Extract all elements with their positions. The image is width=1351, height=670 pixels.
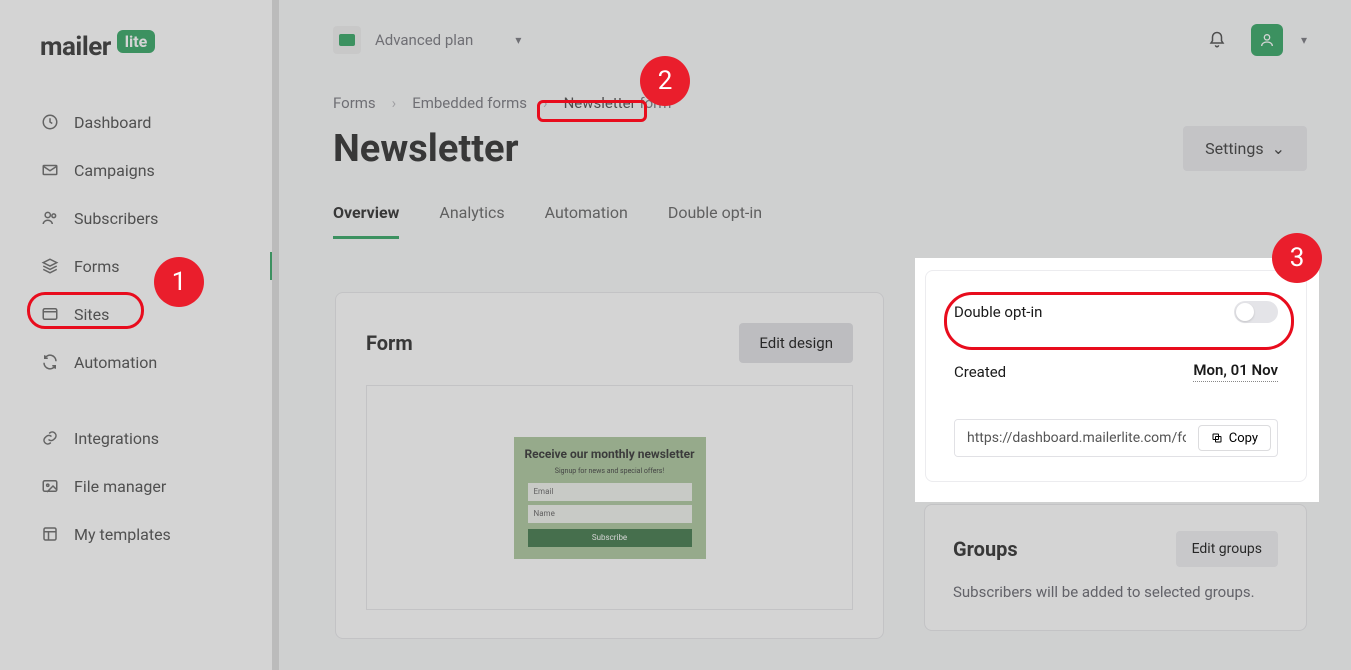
edit-groups-button[interactable]: Edit groups — [1176, 531, 1278, 567]
browser-icon — [40, 304, 60, 324]
url-input-hl[interactable] — [955, 420, 1198, 456]
page-header: Newsletter Settings ⌄ — [333, 126, 1307, 171]
clock-icon — [40, 112, 60, 132]
sidebar-item-sites[interactable]: Sites — [0, 290, 272, 338]
tab-double-optin[interactable]: Double opt-in — [668, 195, 762, 239]
sidebar: mailer lite Dashboard Campaigns Subscrib… — [0, 0, 273, 670]
sidebar-item-dashboard[interactable]: Dashboard — [0, 98, 272, 146]
form-card: Form Edit design Receive our monthly new… — [335, 292, 884, 639]
logo[interactable]: mailer lite — [0, 22, 272, 92]
groups-title: Groups — [953, 537, 1018, 561]
edit-design-button[interactable]: Edit design — [739, 323, 853, 363]
sidebar-nav: Dashboard Campaigns Subscribers Forms Si… — [0, 92, 272, 558]
envelope-icon — [40, 160, 60, 180]
copy-icon — [1211, 432, 1223, 444]
sidebar-item-label: Integrations — [74, 429, 159, 448]
copy-label-hl: Copy — [1229, 431, 1258, 446]
layers-icon — [40, 256, 60, 276]
settings-label: Settings — [1205, 139, 1263, 158]
sidebar-item-label: My templates — [74, 525, 171, 544]
template-icon — [40, 524, 60, 544]
sidebar-scrollbar[interactable] — [272, 0, 279, 670]
double-optin-label-hl: Double opt-in — [954, 303, 1042, 321]
tabs: Overview Analytics Automation Double opt… — [333, 195, 1307, 240]
topbar: Advanced plan ▾ ▾ — [333, 0, 1307, 80]
chevron-down-icon: ⌄ — [1272, 139, 1285, 158]
breadcrumb-embedded[interactable]: Embedded forms — [412, 94, 527, 112]
bell-icon — [1208, 31, 1226, 49]
highlight-region: Double opt-in Created Mon, 01 Nov Copy — [915, 258, 1319, 502]
users-icon — [40, 208, 60, 228]
sidebar-item-label: Forms — [74, 257, 120, 276]
plan-label: Advanced plan — [375, 31, 473, 49]
sidebar-item-automation[interactable]: Automation — [0, 338, 272, 386]
sidebar-item-label: Campaigns — [74, 161, 155, 180]
account-menu[interactable] — [1251, 24, 1283, 56]
sidebar-item-label: Subscribers — [74, 209, 158, 228]
settings-button[interactable]: Settings ⌄ — [1183, 126, 1307, 171]
sidebar-item-templates[interactable]: My templates — [0, 510, 272, 558]
breadcrumb: Forms › Embedded forms › Newsletter form — [333, 94, 1307, 112]
sidebar-item-label: Dashboard — [74, 113, 151, 132]
form-preview-title: Receive our monthly newsletter — [524, 447, 696, 462]
double-optin-toggle-hl[interactable] — [1234, 301, 1278, 323]
sidebar-item-forms[interactable]: Forms — [0, 242, 272, 290]
created-value-hl[interactable]: Mon, 01 Nov — [1193, 361, 1278, 382]
page-title: Newsletter — [333, 127, 519, 171]
form-preview-inner: Receive our monthly newsletter Signup fo… — [514, 437, 706, 559]
form-card-title: Form — [366, 331, 413, 355]
form-preview-name: Name — [528, 505, 692, 523]
chevron-right-icon: › — [543, 94, 548, 112]
refresh-icon — [40, 352, 60, 372]
groups-description: Subscribers will be added to selected gr… — [953, 581, 1278, 604]
sidebar-item-label: Sites — [74, 305, 109, 324]
form-preview[interactable]: Receive our monthly newsletter Signup fo… — [366, 385, 853, 610]
breadcrumb-current: Newsletter form — [564, 94, 672, 112]
chevron-down-icon: ▾ — [1301, 33, 1307, 47]
breadcrumb-forms[interactable]: Forms — [333, 94, 376, 112]
logo-text: mailer — [40, 32, 111, 62]
chevron-right-icon: › — [392, 94, 397, 112]
image-icon — [40, 476, 60, 496]
tab-automation[interactable]: Automation — [545, 195, 628, 239]
user-icon — [1259, 32, 1275, 48]
sidebar-item-label: File manager — [74, 477, 166, 496]
tab-analytics[interactable]: Analytics — [439, 195, 504, 239]
sidebar-item-integrations[interactable]: Integrations — [0, 414, 272, 462]
sidebar-item-filemanager[interactable]: File manager — [0, 462, 272, 510]
groups-card: Groups Edit groups Subscribers will be a… — [924, 504, 1307, 631]
sidebar-item-label: Automation — [74, 353, 157, 372]
nav-separator — [0, 386, 272, 414]
form-preview-subscribe: Subscribe — [528, 529, 692, 547]
form-preview-sub: Signup for news and special offers! — [524, 467, 696, 475]
chevron-down-icon: ▾ — [515, 33, 521, 47]
topbar-right: ▾ — [1201, 24, 1307, 56]
plan-icon — [333, 26, 361, 54]
logo-badge: lite — [117, 30, 156, 53]
tab-overview[interactable]: Overview — [333, 195, 399, 239]
copy-button-hl[interactable]: Copy — [1198, 425, 1271, 451]
notifications-button[interactable] — [1201, 24, 1233, 56]
link-icon — [40, 428, 60, 448]
plan-selector[interactable]: Advanced plan ▾ — [333, 26, 521, 54]
form-preview-email: Email — [528, 483, 692, 501]
sidebar-item-subscribers[interactable]: Subscribers — [0, 194, 272, 242]
sidebar-item-campaigns[interactable]: Campaigns — [0, 146, 272, 194]
created-label-hl: Created — [954, 363, 1006, 381]
